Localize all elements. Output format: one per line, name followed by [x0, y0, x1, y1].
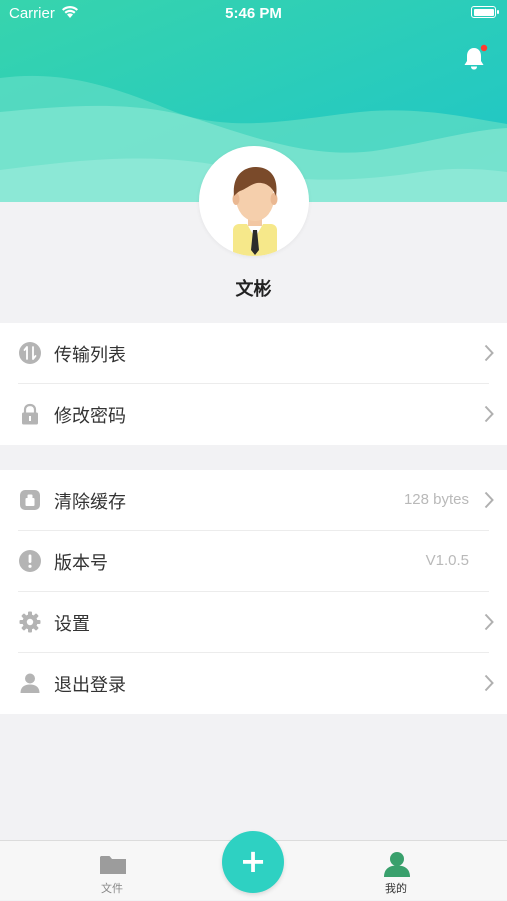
user-name: 文彬 — [235, 279, 272, 300]
battery-icon — [471, 6, 499, 18]
menu-item-label: 修改密码 — [54, 406, 126, 427]
menu-item-label: 传输列表 — [54, 345, 126, 366]
chevron-right-icon — [484, 344, 494, 362]
menu-item-transfer-list[interactable]: 传输列表 — [0, 323, 507, 384]
chevron-right-icon — [484, 405, 494, 423]
bell-icon[interactable] — [459, 44, 489, 74]
chevron-right-icon — [484, 491, 494, 509]
tab-mine[interactable]: 我的 — [341, 841, 451, 901]
menu-item-clear-cache[interactable]: 清除缓存 128 bytes — [0, 470, 507, 531]
version-value: V1.0.5 — [425, 552, 469, 569]
tab-files[interactable]: 文件 — [57, 841, 167, 901]
plus-icon: + — [239, 842, 267, 880]
cache-icon — [20, 490, 40, 510]
folder-icon — [100, 856, 126, 874]
chevron-right-icon — [484, 674, 494, 692]
person-icon — [384, 852, 410, 877]
menu-item-settings[interactable]: 设置 — [0, 592, 507, 653]
menu-item-change-password[interactable]: 修改密码 — [0, 384, 507, 445]
user-avatar-icon — [232, 167, 278, 256]
chevron-right-icon — [484, 613, 494, 631]
gear-icon — [19, 611, 41, 633]
tab-mine-label: 我的 — [385, 882, 407, 895]
menu-item-version: 版本号 V1.0.5 — [0, 531, 507, 592]
transfer-icon — [19, 342, 41, 364]
cache-size-value: 128 bytes — [403, 491, 469, 508]
clock-time: 5:46 PM — [225, 5, 282, 22]
menu-item-label: 版本号 — [54, 553, 108, 574]
status-bar: Carrier 5:46 PM — [0, 0, 507, 28]
menu-item-logout[interactable]: 退出登录 — [0, 653, 507, 714]
add-button[interactable]: + — [222, 831, 284, 893]
tab-files-label: 文件 — [101, 882, 123, 895]
avatar[interactable] — [199, 146, 309, 256]
menu-group-app: 清除缓存 128 bytes 版本号 V1.0.5 设置 退出登录 — [0, 470, 507, 714]
menu-item-label: 设置 — [54, 614, 90, 635]
info-icon — [19, 550, 41, 572]
menu-group-account: 传输列表 修改密码 — [0, 323, 507, 445]
person-icon — [20, 673, 40, 693]
menu-item-label: 清除缓存 — [54, 492, 126, 513]
menu-item-label: 退出登录 — [54, 675, 126, 696]
unread-dot — [480, 44, 488, 52]
lock-icon — [22, 403, 38, 425]
